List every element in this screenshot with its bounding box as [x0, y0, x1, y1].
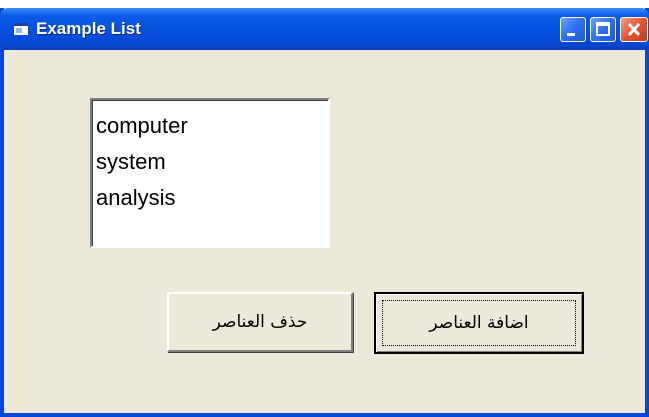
close-icon	[627, 22, 641, 37]
delete-items-label: حذف العناصر	[212, 312, 308, 332]
delete-items-button[interactable]: حذف العناصر	[167, 292, 353, 352]
add-items-button[interactable]: اضافة العناصر	[374, 292, 584, 354]
list-item[interactable]: analysis	[96, 180, 328, 216]
minimize-icon	[567, 33, 575, 36]
maximize-button[interactable]	[590, 17, 616, 42]
example-list-window: Example List computer system analysis حذ…	[0, 8, 649, 417]
window-title: Example List	[36, 19, 141, 38]
title-bar[interactable]: Example List	[0, 8, 649, 50]
minimize-button[interactable]	[560, 17, 586, 42]
list-item[interactable]: system	[96, 144, 328, 180]
close-button[interactable]	[620, 17, 648, 42]
maximize-icon	[596, 22, 610, 36]
app-window-icon	[14, 22, 28, 35]
add-items-label: اضافة العناصر	[429, 313, 529, 333]
list-item[interactable]: computer	[96, 108, 328, 144]
items-listbox[interactable]: computer system analysis	[90, 98, 330, 248]
